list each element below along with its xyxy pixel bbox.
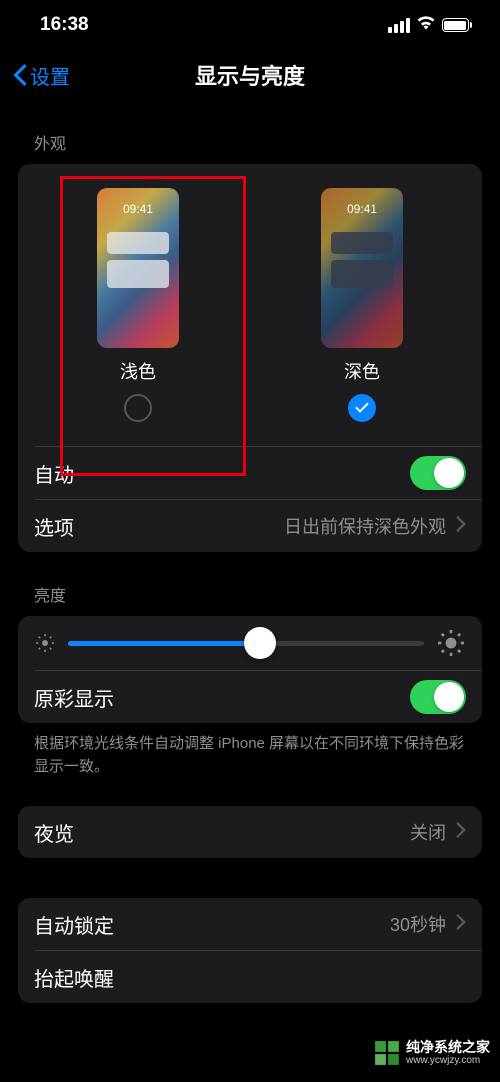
appearance-dark-option[interactable]: 09:41 深色 [250, 188, 474, 422]
nav-bar: 设置 显示与亮度 [0, 50, 500, 100]
dark-preview: 09:41 [321, 188, 403, 348]
wifi-icon [416, 15, 436, 36]
light-label: 浅色 [120, 358, 156, 384]
auto-toggle[interactable] [410, 456, 466, 490]
light-preview: 09:41 [97, 188, 179, 348]
status-bar: 16:38 [0, 0, 500, 50]
auto-lock-label: 自动锁定 [34, 910, 390, 939]
true-tone-footnote: 根据环境光线条件自动调整 iPhone 屏幕以在不同环境下保持色彩显示一致。 [18, 723, 482, 778]
light-radio[interactable] [124, 394, 152, 422]
auto-lock-value: 30秒钟 [390, 911, 446, 937]
chevron-right-icon [446, 515, 466, 538]
appearance-card: 09:41 浅色 09:41 深色 自动 选项 [18, 164, 482, 552]
night-shift-card: 夜览 关闭 [18, 806, 482, 858]
brightness-card: 原彩显示 [18, 616, 482, 723]
page-title: 显示与亮度 [195, 59, 305, 91]
brightness-header: 亮度 [34, 582, 482, 606]
true-tone-label: 原彩显示 [34, 683, 410, 712]
brightness-slider-row [18, 616, 482, 670]
brightness-slider[interactable] [68, 641, 424, 646]
battery-icon [442, 18, 473, 32]
auto-appearance-row: 自动 [18, 447, 482, 499]
true-tone-row: 原彩显示 [18, 671, 482, 723]
true-tone-toggle[interactable] [410, 680, 466, 714]
night-shift-row[interactable]: 夜览 关闭 [18, 806, 482, 858]
appearance-light-option[interactable]: 09:41 浅色 [26, 188, 250, 422]
appearance-options-row[interactable]: 选项 日出前保持深色外观 [18, 500, 482, 552]
watermark: 纯净系统之家 www.ycwjzy.com [374, 1040, 490, 1066]
watermark-title: 纯净系统之家 [406, 1040, 490, 1055]
chevron-right-icon [446, 913, 466, 936]
cellular-icon [388, 18, 410, 33]
chevron-right-icon [446, 821, 466, 844]
dark-label: 深色 [344, 358, 380, 384]
watermark-logo-icon [374, 1040, 400, 1066]
options-value: 日出前保持深色外观 [284, 513, 446, 539]
back-label: 设置 [30, 61, 70, 90]
lock-card: 自动锁定 30秒钟 抬起唤醒 [18, 898, 482, 1003]
night-shift-value: 关闭 [410, 819, 446, 845]
auto-lock-row[interactable]: 自动锁定 30秒钟 [18, 898, 482, 950]
status-time: 16:38 [40, 14, 89, 36]
dark-radio[interactable] [348, 394, 376, 422]
night-shift-label: 夜览 [34, 818, 410, 847]
raise-to-wake-label: 抬起唤醒 [34, 963, 466, 992]
appearance-header: 外观 [34, 130, 482, 154]
watermark-url: www.ycwjzy.com [406, 1055, 490, 1066]
options-label: 选项 [34, 512, 284, 541]
checkmark-icon [354, 400, 370, 416]
sun-small-icon [36, 634, 54, 652]
raise-to-wake-row: 抬起唤醒 [18, 951, 482, 1003]
sun-large-icon [438, 630, 464, 656]
status-icons [388, 15, 473, 36]
chevron-left-icon [12, 64, 28, 86]
auto-label: 自动 [34, 459, 410, 488]
back-button[interactable]: 设置 [12, 61, 70, 90]
